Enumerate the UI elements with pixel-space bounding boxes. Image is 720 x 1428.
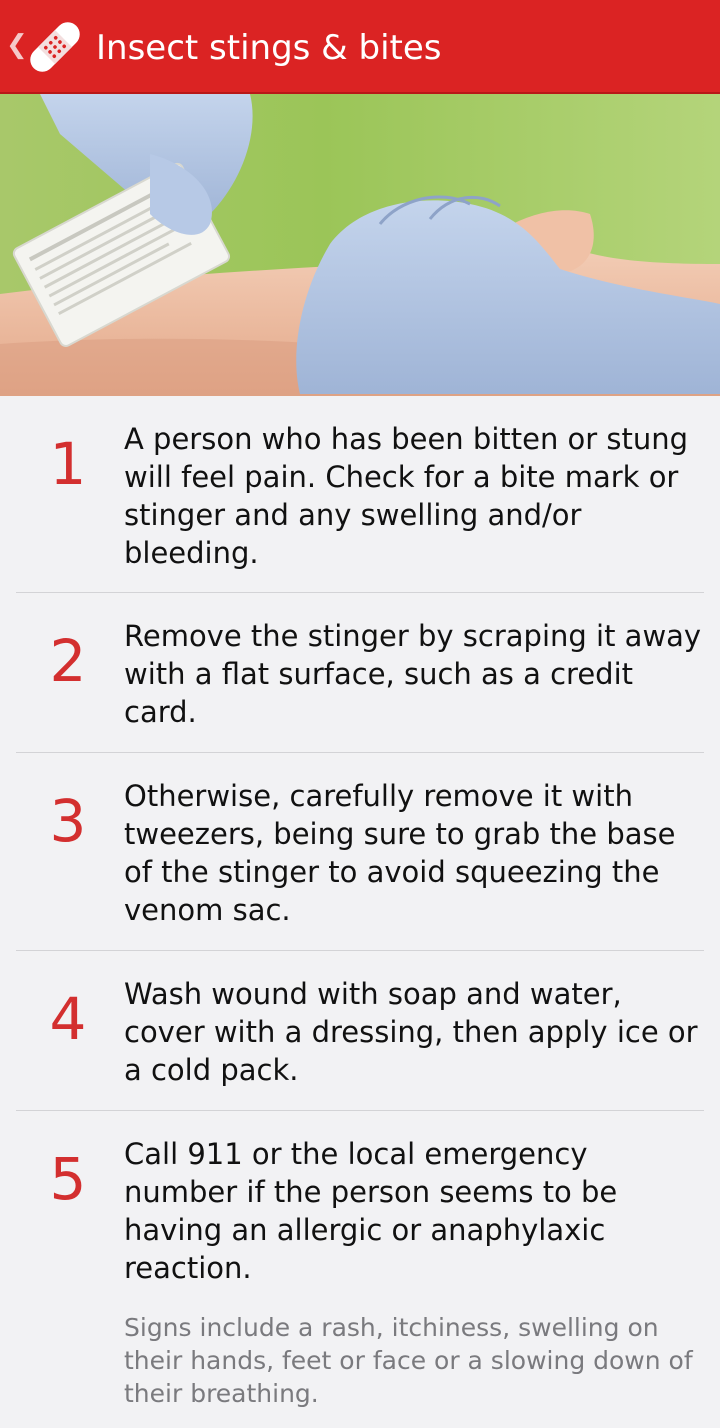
step-number: 4 [49,985,87,1053]
app-bar: ❮ Insect stings & bites [0,0,720,94]
step-item: 3 Otherwise, carefully remove it with tw… [16,753,704,951]
step-text: Call 911 or the local emergency number i… [124,1137,618,1285]
step-number: 1 [49,430,87,498]
step-number: 3 [49,787,87,855]
step-number: 2 [49,627,87,695]
hero-image [0,94,720,396]
step-text: A person who has been bitten or stung wi… [124,422,689,570]
step-text: Otherwise, carefully remove it with twee… [124,779,676,927]
page-title: Insect stings & bites [96,28,442,68]
step-item: 4 Wash wound with soap and water, cover … [16,951,704,1111]
step-note: Signs include a rash, itchiness, swellin… [124,1313,693,1408]
steps-list: 1 A person who has been bitten or stung … [0,396,720,1428]
step-text: Wash wound with soap and water, cover wi… [124,977,698,1087]
step-item: 2 Remove the stinger by scraping it away… [16,593,704,753]
step-text: Remove the stinger by scraping it away w… [124,619,702,729]
back-button[interactable]: ❮ [0,0,92,94]
step-item: 1 A person who has been bitten or stung … [16,396,704,593]
step-item: 5 Call 911 or the local emergency number… [16,1111,704,1428]
bandage-icon [30,22,80,72]
step-number: 5 [49,1145,87,1213]
